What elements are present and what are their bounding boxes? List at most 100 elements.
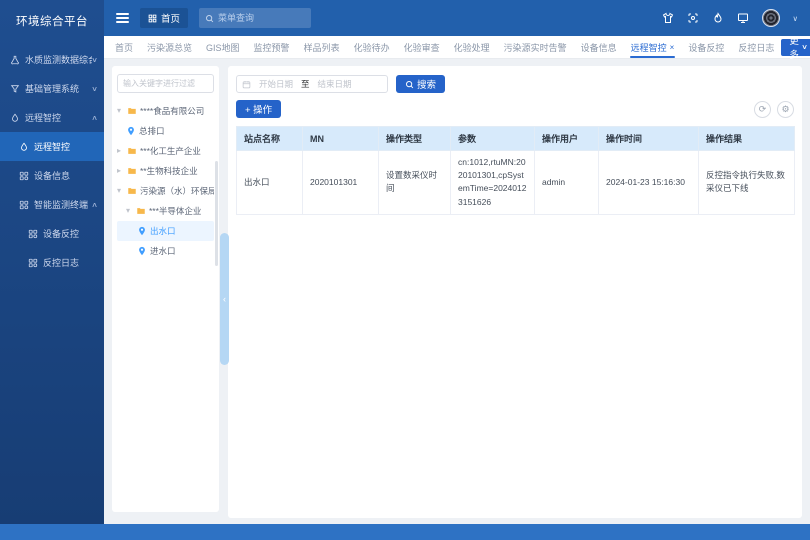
tab-lab-review[interactable]: 化验审查 [397,36,447,58]
search-icon [405,80,414,89]
settings-icon[interactable]: ⚙ [777,101,794,118]
sidebar-item-label: 基础管理系统 [25,82,79,95]
tab-control-log[interactable]: 反控日志 [731,36,781,58]
tab-pollution-overview[interactable]: 污染源总览 [140,36,199,58]
avatar[interactable] [762,9,780,27]
chevron-down-icon[interactable]: ∨ [793,14,799,23]
tab-label: 远程智控 [631,41,667,54]
chevron-up-icon: ∧ [91,114,98,122]
caret-right-icon[interactable]: ▸ [117,147,124,155]
column-header-user: 操作用户 [535,127,599,151]
operate-button-label: + 操作 [245,102,272,116]
tree-node-outlet[interactable]: 出水口 [117,221,214,241]
tree-scrollbar[interactable] [215,161,219,266]
tree-node-label: ***半导体企业 [149,205,201,217]
tab-label: 化验审查 [404,41,440,54]
tree-filter-input[interactable] [117,74,214,93]
menu-search-box[interactable] [199,8,311,28]
sidebar-item-device-counter-control[interactable]: 设备反控 [0,219,104,248]
tab-lab-todo[interactable]: 化验待办 [347,36,397,58]
caret-right-icon[interactable]: ▸ [117,167,124,175]
tree-node-inlet[interactable]: 进水口 [117,241,214,261]
tab-sample-list[interactable]: 样品列表 [297,36,347,58]
tree-node-label: 进水口 [150,245,176,257]
tab-remote-control[interactable]: 远程智控 × [624,36,682,58]
tab-monitor-alert[interactable]: 监控预警 [247,36,297,58]
operate-button[interactable]: + 操作 [236,100,281,118]
home-tag[interactable]: 首页 [140,8,188,28]
sidebar-item-label: 远程智控 [25,111,61,124]
grid-icon [148,14,157,23]
theme-shirt-icon[interactable] [662,12,674,24]
column-header-result: 操作结果 [699,127,795,151]
search-button-label: 搜索 [417,77,436,91]
sidebar-item-label: 反控日志 [43,256,79,269]
tab-gis-map[interactable]: GIS地图 [199,36,247,58]
sidebar-item-water-quality-analysis[interactable]: 水质监测数据综合分析 ∨ [0,45,104,74]
folder-icon [127,186,137,196]
monitor-icon[interactable] [737,12,749,24]
chevron-up-icon: ∧ [91,201,98,209]
table-tools: ⟳ ⚙ [754,101,794,118]
sidebar-item-control-log[interactable]: 反控日志 [0,248,104,277]
sidebar-item-remote-control[interactable]: 远程智控 [0,132,104,161]
table-header-row: 站点名称 MN 操作类型 参数 操作用户 操作时间 操作结果 [237,127,795,151]
caret-down-icon[interactable]: ▾ [117,107,124,115]
panel-collapse-handle[interactable]: ‹ [220,233,229,365]
tree-node-bio-company[interactable]: ▸ **生物科技企业 [117,161,214,181]
tab-label: 首页 [115,41,133,54]
sidebar-group-smart-terminal[interactable]: 智能监测终端 ∧ [0,190,104,219]
main-panel: 至 搜索 + 操作 ⟳ ⚙ 站点名称 MN 操作类型 参数 操作用户 [228,66,802,518]
cell-mn: 2020101301 [303,151,379,215]
chevron-down-icon: ∨ [91,56,98,64]
tree-node-label: ***化工生产企业 [140,145,201,157]
tab-home[interactable]: 首页 [108,36,140,58]
menu-search-input[interactable] [218,13,305,23]
chevron-down-icon: ∨ [801,43,808,51]
hamburger-menu-icon[interactable] [116,13,129,23]
tree-node-semiconductor-company[interactable]: ▾ ***半导体企业 [117,201,214,221]
tree-node-main-outlet[interactable]: 总排口 [117,121,214,141]
column-header-op-type: 操作类型 [379,127,451,151]
column-header-params: 参数 [451,127,535,151]
table-row[interactable]: 出水口 2020101301 设置数采仪时间 cn:1012,rtuMN:202… [237,151,795,215]
sidebar-item-label: 水质监测数据综合分析 [25,53,92,66]
caret-down-icon[interactable]: ▾ [117,187,124,195]
sidebar-item-device-info[interactable]: 设备信息 [0,161,104,190]
search-button[interactable]: 搜索 [396,75,445,93]
refresh-icon[interactable]: ⟳ [754,101,771,118]
folder-icon [136,206,146,216]
topbar: 首页 ∨ [104,0,810,36]
tab-label: GIS地图 [206,41,240,54]
cell-time: 2024-01-23 15:16:30 [599,151,699,215]
flame-icon[interactable] [712,12,724,24]
tab-label: 设备反控 [688,41,724,54]
sidebar-group-remote-control[interactable]: 远程智控 ∧ [0,103,104,132]
tab-label: 污染源总览 [147,41,192,54]
tree-node-food-company[interactable]: ▾ ****食品有限公司 [117,101,214,121]
end-date-input[interactable] [313,79,357,89]
column-header-site: 站点名称 [237,127,303,151]
tree-node-water-bureau[interactable]: ▾ 污染源（水）环保局 [117,181,214,201]
topbar-icons: ∨ [662,9,799,27]
tree-node-chem-company[interactable]: ▸ ***化工生产企业 [117,141,214,161]
more-label: 更多 [789,33,799,61]
tab-device-counter-control[interactable]: 设备反控 [681,36,731,58]
close-icon[interactable]: × [670,43,675,52]
dashboard-grid-icon [18,199,30,211]
sidebar-item-base-management[interactable]: 基础管理系统 ∨ [0,74,104,103]
tab-lab-process[interactable]: 化验处理 [447,36,497,58]
tab-realtime-alarm[interactable]: 污染源实时告警 [497,36,574,58]
more-tabs-button[interactable]: 更多 ∨ [781,39,810,56]
map-pin-icon [126,126,136,136]
column-header-mn: MN [303,127,379,151]
date-range-picker[interactable]: 至 [236,75,388,93]
map-pin-icon [137,226,147,236]
screenshot-icon[interactable] [687,12,699,24]
app-title: 环境综合平台 [0,0,104,29]
tab-device-info[interactable]: 设备信息 [574,36,624,58]
start-date-input[interactable] [254,79,298,89]
folder-icon [127,166,137,176]
cell-user: admin [535,151,599,215]
caret-down-icon[interactable]: ▾ [126,207,133,215]
